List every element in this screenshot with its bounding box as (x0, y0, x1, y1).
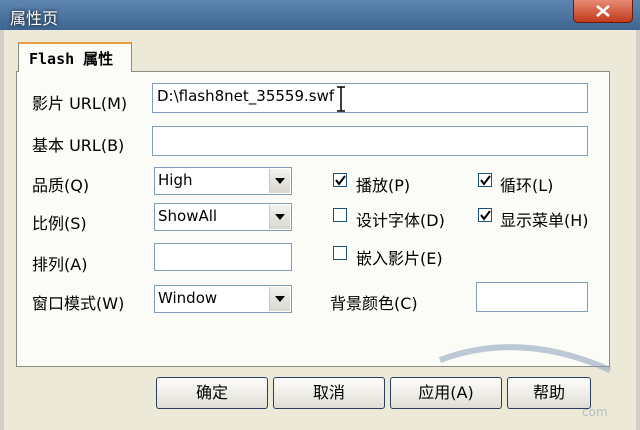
watermark-logo: com (438, 344, 612, 419)
window-title: 属性页 (10, 9, 59, 28)
checkmark-icon (480, 210, 491, 221)
title-bar: 属性页 (0, 0, 640, 30)
checkmark-icon (480, 175, 491, 186)
loop-checkbox[interactable] (478, 173, 492, 187)
tab-flash-properties[interactable]: Flash 属性 (18, 42, 132, 72)
bgcolor-input[interactable] (476, 282, 588, 312)
tab-label: Flash 属性 (29, 50, 114, 68)
quality-value: High (158, 171, 193, 189)
cancel-button[interactable]: 取消 (273, 377, 385, 409)
play-checkbox[interactable] (333, 173, 347, 187)
base-url-input[interactable] (152, 126, 588, 156)
base-url-label: 基本 URL(B) (32, 136, 125, 155)
scale-select[interactable]: ShowAll (154, 203, 292, 231)
bgcolor-label: 背景颜色(C) (330, 294, 418, 313)
loop-label: 循环(L) (500, 176, 554, 195)
align-input[interactable] (154, 243, 292, 271)
ok-button[interactable]: 确定 (156, 377, 268, 409)
movie-url-input[interactable]: D:\flash8net_35559.swf (152, 83, 588, 113)
embed-movie-label: 嵌入影片(E) (356, 249, 443, 268)
show-menu-checkbox[interactable] (478, 208, 492, 222)
window-mode-select[interactable]: Window (154, 285, 292, 313)
device-font-label: 设计字体(D) (356, 211, 445, 230)
chevron-down-icon[interactable] (269, 287, 290, 311)
chevron-down-icon[interactable] (269, 205, 290, 229)
play-label: 播放(P) (356, 176, 411, 195)
quality-select[interactable]: High (154, 167, 292, 195)
device-font-checkbox[interactable] (333, 208, 347, 222)
scale-value: ShowAll (158, 207, 218, 225)
text-cursor-icon (337, 86, 345, 112)
watermark-text: com (582, 405, 608, 419)
window-mode-value: Window (158, 289, 218, 307)
scale-label: 比例(S) (32, 214, 87, 233)
align-label: 排列(A) (32, 255, 88, 274)
embed-movie-checkbox[interactable] (333, 246, 347, 260)
show-menu-label: 显示菜单(H) (500, 211, 589, 230)
window-mode-label: 窗口模式(W) (32, 294, 125, 313)
movie-url-label: 影片 URL(M) (32, 94, 128, 113)
checkmark-icon (335, 175, 346, 186)
quality-label: 品质(Q) (32, 176, 90, 195)
close-button[interactable] (573, 0, 633, 23)
close-icon (596, 5, 610, 17)
chevron-down-icon[interactable] (269, 169, 290, 193)
